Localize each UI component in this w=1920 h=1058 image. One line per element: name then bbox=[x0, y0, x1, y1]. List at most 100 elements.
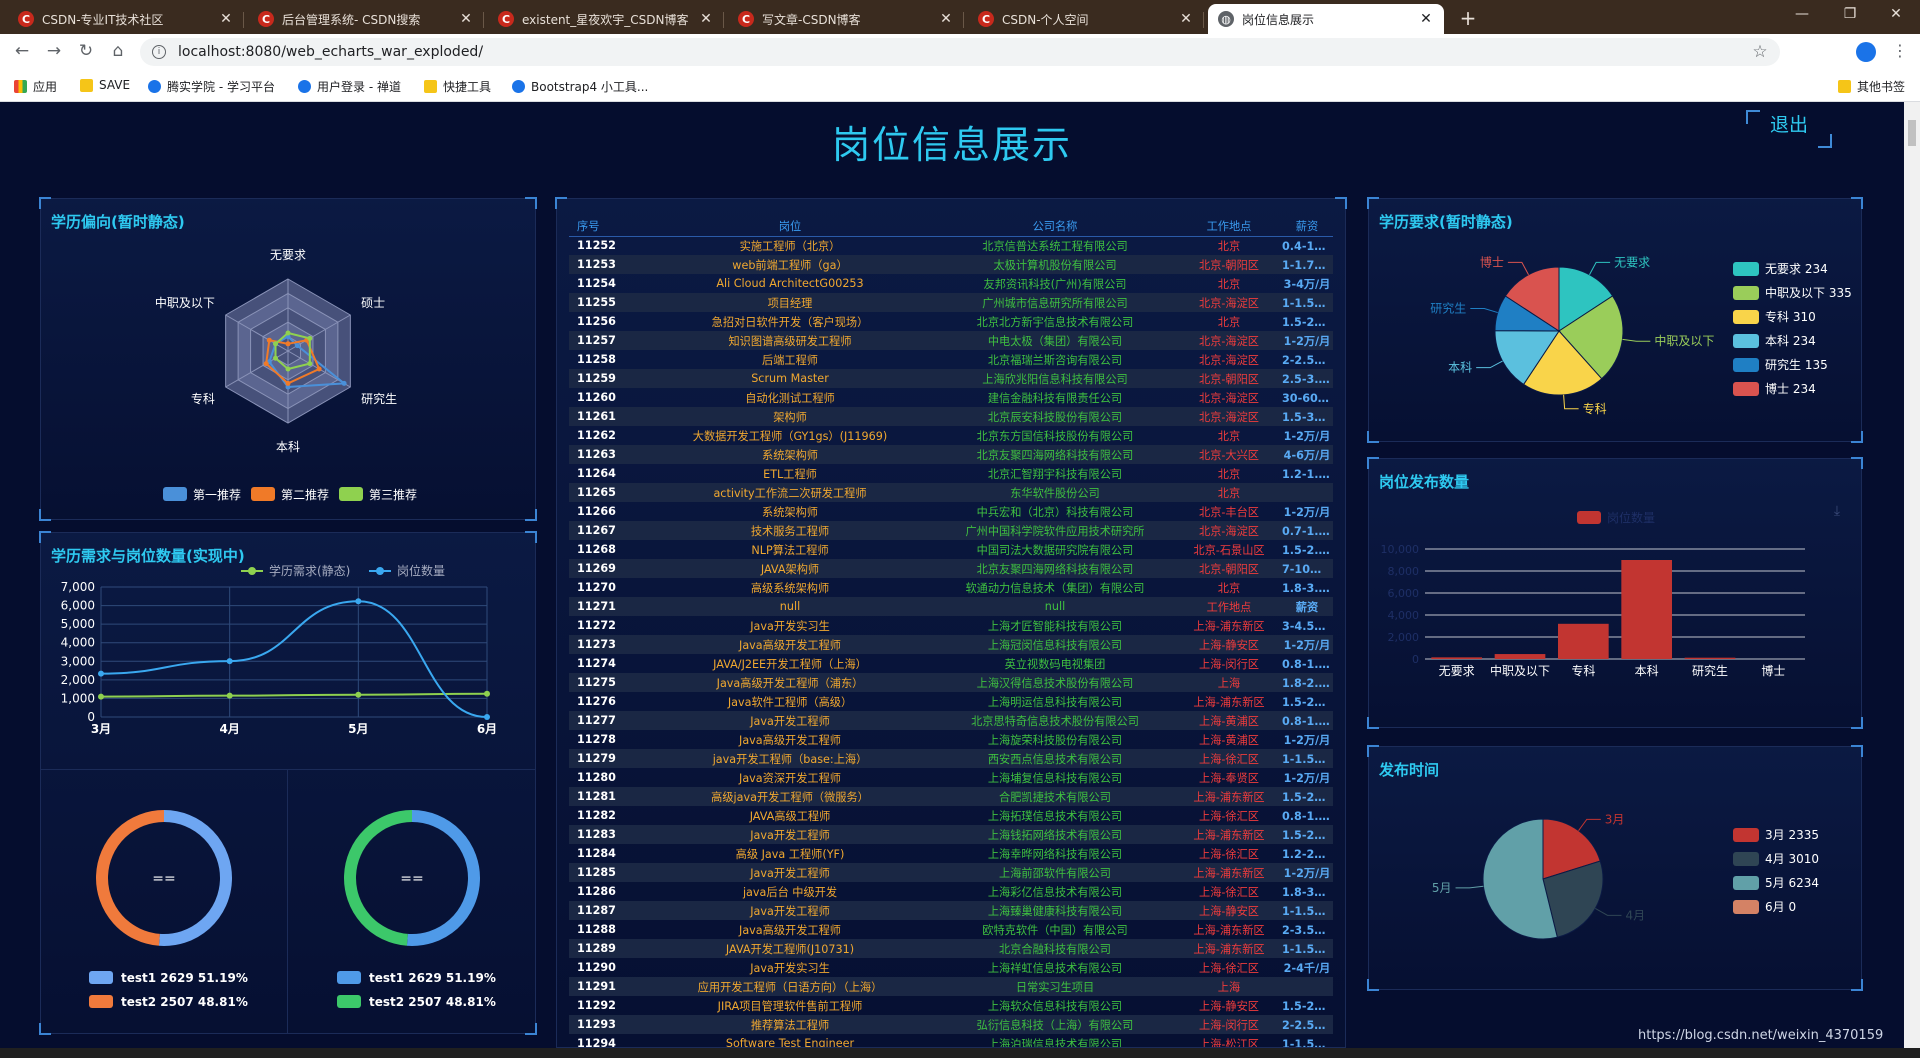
new-tab-button[interactable]: + bbox=[1454, 6, 1482, 30]
scrollbar-thumb[interactable] bbox=[1908, 120, 1916, 146]
donut-center-label: == bbox=[400, 871, 423, 887]
tab-close-icon[interactable]: ✕ bbox=[1178, 11, 1194, 27]
bookmark-item[interactable]: 快捷工具 bbox=[424, 78, 491, 95]
radar-point bbox=[285, 330, 291, 336]
table-row[interactable]: 11268 NLP算法工程师 中国司法大数据研究院有限公司 北京-石景山区 1.5-2.… bbox=[569, 540, 1333, 559]
tab-close-icon[interactable]: ✕ bbox=[698, 11, 714, 27]
table-row[interactable]: 11260 自动化测试工程师 建信金融科技有限责任公司 北京-海淀区 30-60万/年 bbox=[569, 388, 1333, 407]
bookmark-item[interactable]: 腾实学院 - 学习平台 bbox=[148, 78, 275, 95]
table-row[interactable]: 11285 Java开发工程师 上海前邵软件有限公司 上海-浦东新区 1-2万/月 bbox=[569, 863, 1333, 882]
tab-title: existent_星夜欢宇_CSDN博客 bbox=[522, 12, 689, 27]
logout-button[interactable]: 退出 bbox=[1746, 106, 1832, 152]
bookmark-item[interactable]: Bootstrap4 小工具... bbox=[512, 78, 648, 95]
table-row[interactable]: 11291 应用开发工程师（日语方向）（上海） 日常实习生项目 上海 bbox=[569, 977, 1333, 996]
table-row[interactable]: 11252 实施工程师（北京） 北京信普达系统工程有限公司 北京 0.4-1万/月 bbox=[569, 236, 1333, 255]
x-tick-label: 无要求 bbox=[1439, 664, 1475, 678]
table-row[interactable]: 11269 JAVA架构师 北京友聚四海网络科技有限公司 北京-朝阳区 7-10万/月 bbox=[569, 559, 1333, 578]
table-row[interactable]: 11283 Java开发工程师 上海钱拓网络技术有限公司 上海-浦东新区 1.5-2万/… bbox=[569, 825, 1333, 844]
table-row[interactable]: 11277 Java开发工程师 北京思特奇信息技术股份有限公司 上海-黄浦区 0.8-1… bbox=[569, 711, 1333, 730]
table-row[interactable]: 11284 高级 Java 工程师(YF) 上海幸晔网络科技有限公司 上海-徐汇区 1.… bbox=[569, 844, 1333, 863]
site-info-icon[interactable]: i bbox=[152, 45, 166, 59]
table-row[interactable]: 11264 ETL工程师 北京汇智翔宇科技有限公司 北京 1.2-1.8万/月 bbox=[569, 464, 1333, 483]
table-row[interactable]: 11263 系统架构师 北京友聚四海网络科技有限公司 北京-大兴区 4-6万/月 bbox=[569, 445, 1333, 464]
table-row[interactable]: 11275 Java高级开发工程师（浦东） 上海汉得信息技术股份有限公司 上海 1.8-… bbox=[569, 673, 1333, 692]
table-row[interactable]: 11282 JAVA高级工程师 上海拓璞信息技术有限公司 上海-徐汇区 0.8-1.9万… bbox=[569, 806, 1333, 825]
table-cell: 北京合融科技有限公司 bbox=[931, 939, 1179, 958]
table-row[interactable]: 11272 Java开发实习生 上海才匠智能科技有限公司 上海-浦东新区 3-4.5千/… bbox=[569, 616, 1333, 635]
table-row[interactable]: 11271 null null 工作地点 薪资 bbox=[569, 597, 1333, 616]
table-row[interactable]: 11273 Java高级开发工程师 上海冠闵信息科技有限公司 上海-静安区 1-2万/月 bbox=[569, 635, 1333, 654]
browser-tab[interactable]: C CSDN-个人空间 ✕ bbox=[968, 4, 1204, 34]
table-cell: 北京 bbox=[1217, 315, 1241, 329]
back-icon[interactable]: ← bbox=[10, 41, 34, 63]
tab-close-icon[interactable]: ✕ bbox=[1418, 11, 1434, 27]
table-row[interactable]: 11254 Ali Cloud ArchitectG00253 友邦资讯科技(广州)… bbox=[569, 274, 1333, 293]
table-row[interactable]: 11257 知识图谱高级研发工程师 中电太极（集团）有限公司 北京-海淀区 1-2万/月 bbox=[569, 331, 1333, 350]
table-row[interactable]: 11261架构师北京辰安科技股份有限公司北京-海淀区1.5-3万/月 bbox=[569, 407, 1333, 426]
browser-tab[interactable]: ◍ 岗位信息展示 ✕ bbox=[1208, 4, 1444, 34]
table-cell: Java开发工程师 bbox=[649, 711, 931, 730]
table-row[interactable]: 11288 Java高级开发工程师 欧特克软件（中国）有限公司 上海-浦东新区 2-3.… bbox=[569, 920, 1333, 939]
bookmark-star-icon[interactable]: ☆ bbox=[1740, 42, 1780, 62]
table-row[interactable]: 11289 JAVA开发工程师(J10731) 北京合融科技有限公司 上海-浦东新区 1… bbox=[569, 939, 1333, 958]
bookmark-item[interactable]: 应用 bbox=[14, 78, 57, 95]
table-cell: 1-1.5万/月 bbox=[1279, 749, 1333, 768]
close-window-button[interactable]: ✕ bbox=[1876, 6, 1916, 22]
table-cell: 北京 bbox=[1217, 277, 1241, 291]
table-row[interactable]: 11256 急招对日软件开发（客户现场） 北京北方新宇信息技术有限公司 北京 1.5-2… bbox=[569, 312, 1333, 331]
legend-label: 博士 234 bbox=[1765, 381, 1816, 396]
table-row[interactable]: 11276 Java软件工程师（高级） 上海明运信息科技有限公司 上海-浦东新区 1.5… bbox=[569, 692, 1333, 711]
table-row[interactable]: 11279 java开发工程师（base:上海） 西安西点信息技术有限公司 上海-徐汇… bbox=[569, 749, 1333, 768]
minimize-button[interactable]: — bbox=[1782, 6, 1822, 22]
table-cell: 11286 bbox=[577, 885, 616, 898]
restore-button[interactable]: ❐ bbox=[1830, 6, 1870, 22]
table-row[interactable]: 11293推荐算法工程师弘衍信息科技（上海）有限公司上海-闵行区2-2.5万/月 bbox=[569, 1015, 1333, 1034]
forward-icon[interactable]: → bbox=[42, 41, 66, 63]
tab-close-icon[interactable]: ✕ bbox=[938, 11, 954, 27]
download-icon[interactable]: ⤓ bbox=[1834, 503, 1840, 519]
pie-slice-label: 3月 bbox=[1605, 812, 1625, 826]
table-row[interactable]: 11290 Java开发实习生 上海祥虹信息技术有限公司 上海-徐汇区 2-4千/月 bbox=[569, 958, 1333, 977]
table-row[interactable]: 11281 高级java开发工程师（微服务） 合肥凯捷技术有限公司 上海-浦东新区 1.… bbox=[569, 787, 1333, 806]
table-row[interactable]: 11258 后端工程师 北京福瑞兰斯咨询有限公司 北京-海淀区 2-2.5万/月 bbox=[569, 350, 1333, 369]
table-row[interactable]: 11270 高级系统架构师 软通动力信息技术（集团）有限公司 北京 1.8-3.5万/月 bbox=[569, 578, 1333, 597]
legend-label: 岗位数量 bbox=[397, 563, 445, 578]
legend-swatch bbox=[1733, 262, 1759, 276]
bookmark-item[interactable]: SAVE bbox=[80, 78, 130, 92]
browser-tab[interactable]: C 后台管理系统- CSDN搜索 ✕ bbox=[248, 4, 484, 34]
job-table-panel: 序号 岗位 公司名称 工作地点 薪资 11252 实施工程师（北京） 北京信普达系统工程有限… bbox=[555, 197, 1347, 1048]
table-row[interactable]: 11274 JAVA/J2EE开发工程师（上海） 英立视数码电视集团 上海-闵行区 0.… bbox=[569, 654, 1333, 673]
table-cell: 11291 bbox=[569, 977, 649, 996]
table-row[interactable]: 11255项目经理广州城市信息研究所有限公司北京-海淀区1-1.5万/月 bbox=[569, 293, 1333, 312]
table-cell: ETL工程师 bbox=[763, 467, 817, 481]
bookmark-item[interactable]: 用户登录 - 禅道 bbox=[298, 78, 401, 95]
browser-tab[interactable]: C 写文章-CSDN博客 ✕ bbox=[728, 4, 964, 34]
url-input[interactable]: i localhost:8080/web_echarts_war_explode… bbox=[140, 38, 1780, 66]
tab-close-icon[interactable]: ✕ bbox=[458, 11, 474, 27]
table-row[interactable]: 11280 Java资深开发工程师 上海埔复信息科技有限公司 上海-奉贤区 1-2万/月 bbox=[569, 768, 1333, 787]
legend-swatch bbox=[1733, 852, 1759, 866]
browser-menu-icon[interactable]: ⋮ bbox=[1892, 41, 1908, 60]
tab-close-icon[interactable]: ✕ bbox=[218, 11, 234, 27]
table-row[interactable]: 11253 web前端工程师（ga） 太极计算机股份有限公司 北京-朝阳区 1-1.7万… bbox=[569, 255, 1333, 274]
reload-icon[interactable]: ↻ bbox=[74, 41, 98, 63]
profile-avatar[interactable] bbox=[1856, 42, 1876, 62]
table-row[interactable]: 11287Java开发工程师上海臻巢健康科技有限公司上海-静安区1-1.5万/月 bbox=[569, 901, 1333, 920]
table-row[interactable]: 11286 java后台 中级开发 上海彩亿信息技术有限公司 上海-徐汇区 1.8-3万… bbox=[569, 882, 1333, 901]
browser-tab[interactable]: Cexistent_星夜欢宇_CSDN博客 ✕ bbox=[488, 4, 724, 34]
page-scrollbar[interactable] bbox=[1904, 102, 1920, 1048]
x-tick-label: 4月 bbox=[219, 722, 239, 736]
table-row[interactable]: 11278 Java高级开发工程师 上海旋荣科技股份有限公司 上海-黄浦区 1-2万/月 bbox=[569, 730, 1333, 749]
browser-tab[interactable]: C CSDN-专业IT技术社区 ✕ bbox=[8, 4, 244, 34]
table-row[interactable]: 11266 系统架构师 中兵宏和（北京）科技有限公司 北京-丰台区 1-2万/月 bbox=[569, 502, 1333, 521]
table-cell: 1-2万/月 bbox=[1283, 733, 1331, 747]
table-row[interactable]: 11259 Scrum Master 上海欣兆阳信息科技有限公司 北京-朝阳区 2.5-… bbox=[569, 369, 1333, 388]
table-row[interactable]: 11294 Software Test Engineer 上海泊瑞信息技术有限公司 上… bbox=[569, 1034, 1333, 1047]
table-row[interactable]: 11262 大数据开发工程师（GY1gs）(J11969) 北京东方国信科技股份有限… bbox=[569, 426, 1333, 445]
table-row[interactable]: 11267 技术服务工程师 广州中国科学院软件应用技术研究所 北京-海淀区 0.7-1.… bbox=[569, 521, 1333, 540]
home-icon[interactable]: ⌂ bbox=[106, 41, 130, 63]
table-row[interactable]: 11292 JIRA项目管理软件售前工程师 上海软众信息科技有限公司 上海-静安区 1.… bbox=[569, 996, 1333, 1015]
table-row[interactable]: 11265 activity工作流二次研发工程师 东华软件股份公司 北京 bbox=[569, 483, 1333, 502]
table-cell: 上海前邵软件有限公司 bbox=[931, 863, 1179, 882]
other-bookmarks[interactable]: 其他书签 bbox=[1838, 78, 1905, 95]
